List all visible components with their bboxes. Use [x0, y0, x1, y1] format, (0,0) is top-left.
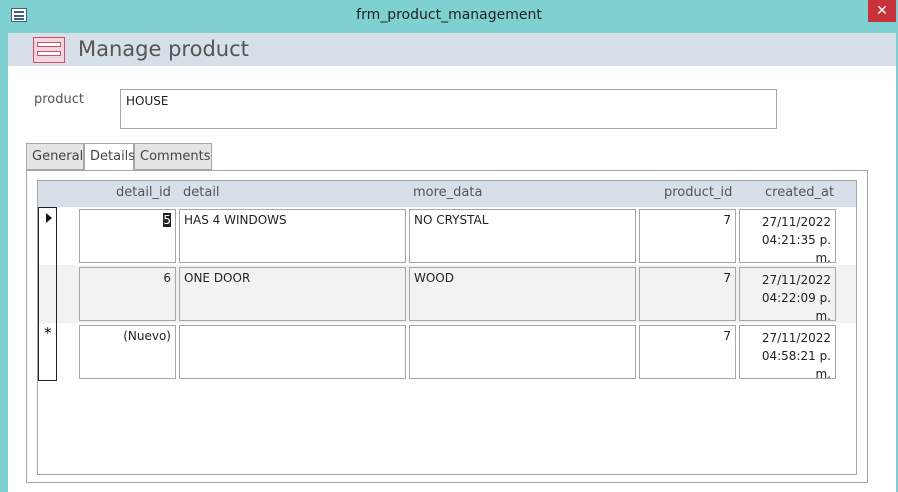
details-subform: detail_id detail more_data product_id cr… — [37, 180, 857, 475]
record-selector[interactable] — [38, 207, 57, 265]
more-data-cell[interactable]: NO CRYSTAL — [409, 209, 636, 263]
column-header-detail-id[interactable]: detail_id — [116, 185, 171, 200]
detail-id-cell[interactable]: 5 — [79, 209, 176, 263]
form-icon — [33, 37, 65, 63]
created-at-cell[interactable]: 27/11/2022 04:22:09 p. m. — [739, 267, 836, 323]
close-button[interactable]: ✕ — [868, 0, 896, 22]
details-tab-page: detail_id detail more_data product_id cr… — [26, 170, 868, 483]
product-id-cell[interactable]: 7 — [639, 209, 736, 263]
column-header-detail[interactable]: detail — [183, 185, 220, 200]
window-title: frm_product_management — [356, 7, 542, 23]
created-at-cell[interactable]: 27/11/2022 04:21:35 p. m. — [739, 209, 836, 265]
detail-id-cell[interactable]: (Nuevo) — [79, 325, 176, 379]
form-header: Manage product — [8, 33, 896, 66]
column-headers: detail_id detail more_data product_id cr… — [38, 181, 856, 207]
product-label: product — [34, 92, 85, 107]
form-window: frm_product_management ✕ Manage product … — [0, 0, 898, 492]
current-record-arrow-icon — [46, 213, 52, 223]
product-field[interactable]: HOUSE — [120, 89, 777, 129]
product-id-cell[interactable]: 7 — [639, 267, 736, 321]
detail-id-cell[interactable]: 6 — [79, 267, 176, 321]
form-title: Manage product — [78, 37, 249, 61]
tab-details[interactable]: Details — [84, 143, 135, 171]
column-header-product-id[interactable]: product_id — [664, 185, 732, 200]
detail-cell[interactable]: HAS 4 WINDOWS — [179, 209, 406, 263]
new-record-asterisk-icon: * — [44, 324, 52, 342]
table-row: 5 HAS 4 WINDOWS NO CRYSTAL 7 27/11/2022 … — [38, 207, 856, 265]
more-data-cell[interactable]: WOOD — [409, 267, 636, 321]
tab-comments[interactable]: Comments — [134, 143, 212, 170]
detail-cell[interactable]: ONE DOOR — [179, 267, 406, 321]
record-selector[interactable] — [38, 265, 57, 323]
created-at-cell[interactable]: 27/11/2022 04:58:21 p. m. — [739, 325, 836, 381]
table-row: 6 ONE DOOR WOOD 7 27/11/2022 04:22:09 p.… — [38, 265, 856, 323]
more-data-cell[interactable] — [409, 325, 636, 379]
new-record-row: * (Nuevo) 7 27/11/2022 04:58:21 p. m. — [38, 323, 856, 381]
column-header-more-data[interactable]: more_data — [413, 185, 482, 200]
column-header-created-at[interactable]: created_at — [765, 185, 834, 200]
title-bar[interactable]: frm_product_management ✕ — [0, 0, 898, 33]
record-selector[interactable]: * — [38, 323, 57, 381]
detail-cell[interactable] — [179, 325, 406, 379]
tab-general[interactable]: General — [26, 143, 84, 170]
product-id-cell[interactable]: 7 — [639, 325, 736, 379]
